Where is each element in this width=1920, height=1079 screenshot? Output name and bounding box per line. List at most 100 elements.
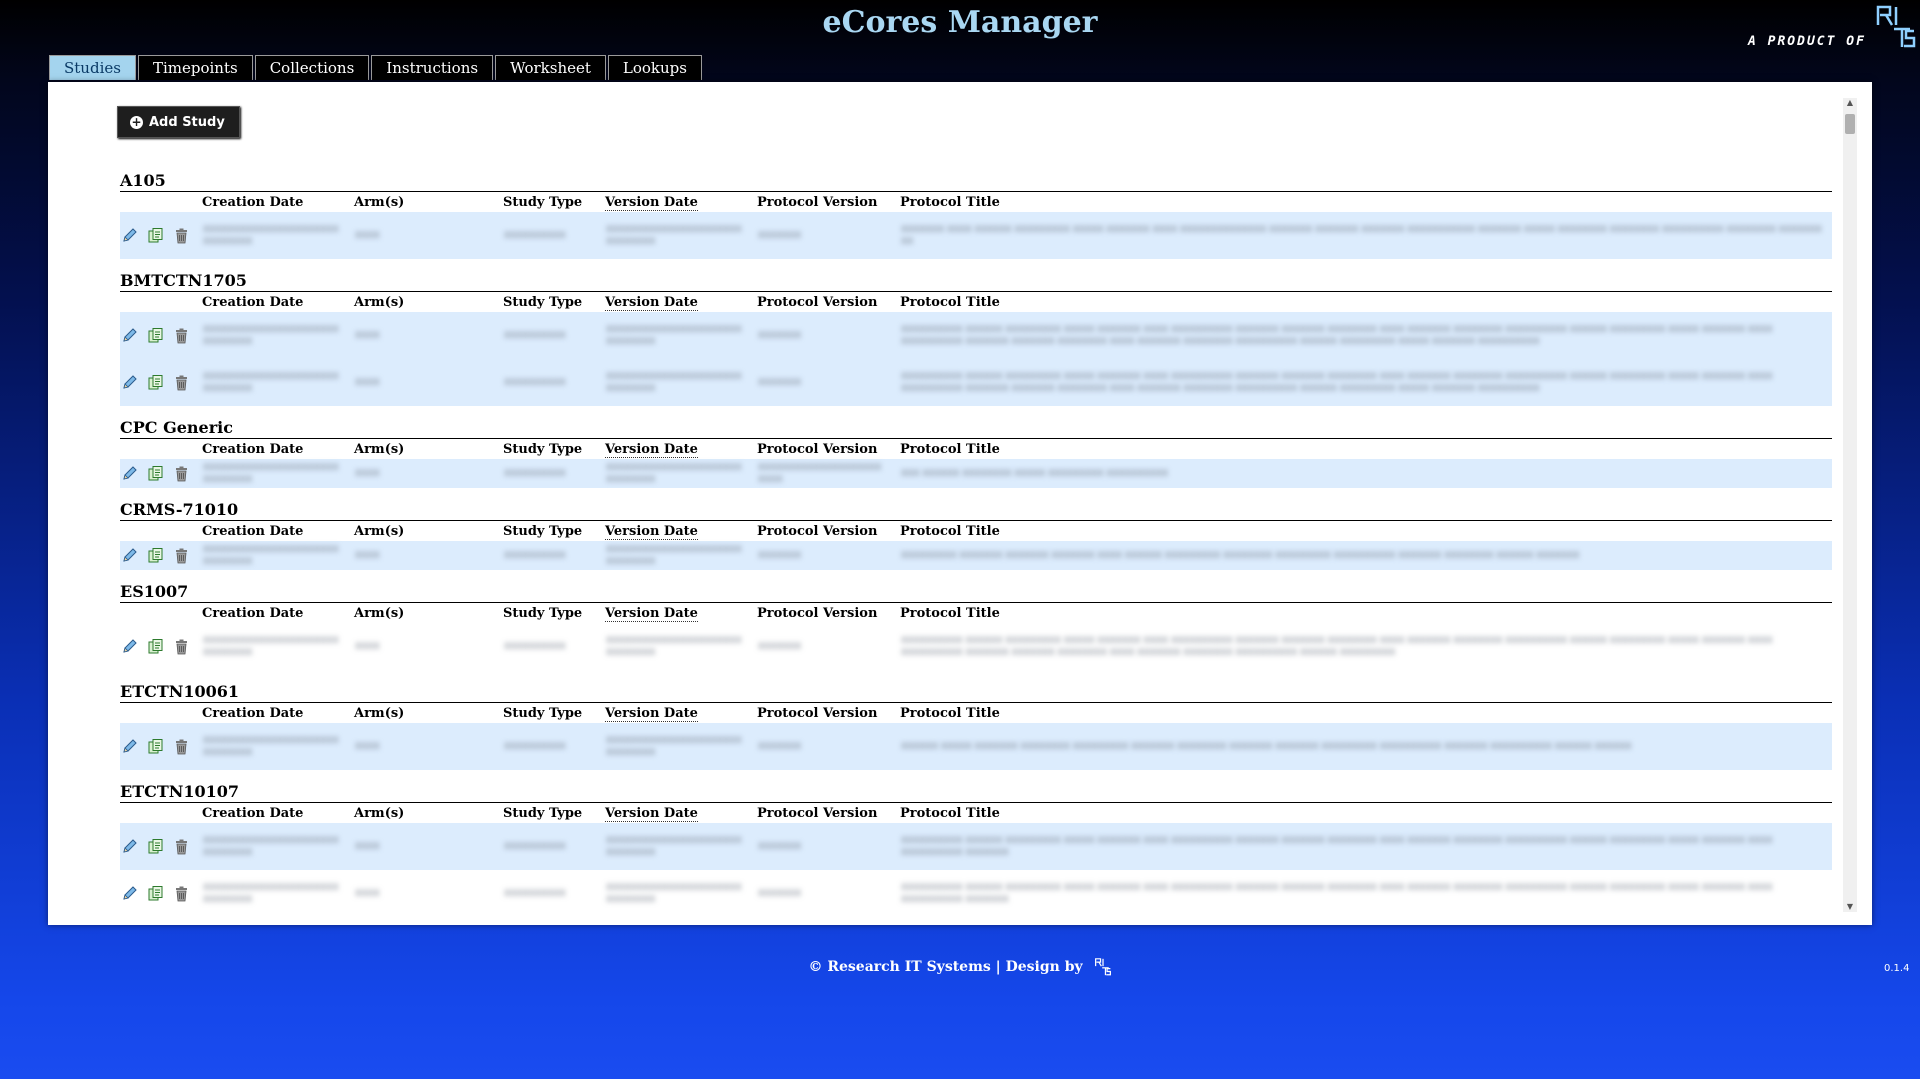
copy-icon[interactable] xyxy=(147,838,164,855)
studies-scroll-area[interactable]: + Add Study A105 Creation Date Arm(s) Study… xyxy=(48,82,1848,925)
study-type-header: Study Type xyxy=(503,442,605,457)
tab-instructions[interactable]: Instructions xyxy=(371,55,494,80)
version-date-header[interactable]: Version Date xyxy=(605,523,757,540)
study-type-header-label: Study Type xyxy=(503,805,583,821)
arms-header: Arm(s) xyxy=(354,706,503,721)
arms-cell: XXXX xyxy=(355,841,380,852)
version-date-header[interactable]: Version Date xyxy=(605,194,757,211)
version-date-header-label: Version Date xyxy=(605,705,698,722)
protocol-version-cell: XXXXXXX xyxy=(758,330,802,341)
scroll-up-arrow-icon[interactable]: ▲ xyxy=(1843,98,1857,108)
app-title: eCores Manager xyxy=(822,5,1098,40)
copy-icon[interactable] xyxy=(147,465,164,482)
copy-icon[interactable] xyxy=(147,374,164,391)
tab-collections[interactable]: Collections xyxy=(254,55,370,80)
version-date-header-label: Version Date xyxy=(605,805,698,822)
arms-header: Arm(s) xyxy=(354,295,503,310)
delete-trash-icon[interactable] xyxy=(173,327,190,344)
rits-footer-logo-icon[interactable] xyxy=(1094,958,1112,976)
arms-header: Arm(s) xyxy=(354,524,503,539)
protocol-version-cell: XXXXXXX xyxy=(758,641,802,652)
arms-header-label: Arm(s) xyxy=(354,441,405,457)
vertical-scrollbar[interactable]: ▲ ▼ xyxy=(1843,98,1857,912)
copy-icon[interactable] xyxy=(147,638,164,655)
delete-trash-icon[interactable] xyxy=(173,738,190,755)
creation-date-header: Creation Date xyxy=(202,706,354,721)
edit-pencil-icon[interactable] xyxy=(121,838,138,855)
row-actions xyxy=(120,465,203,482)
protocol-version-header: Protocol Version xyxy=(757,195,900,210)
copy-icon[interactable] xyxy=(147,227,164,244)
version-date-header-label: Version Date xyxy=(605,605,698,622)
study-list: A105 Creation Date Arm(s) Study Type Version… xyxy=(120,170,1832,925)
tab-lookups[interactable]: Lookups xyxy=(607,55,702,80)
protocol-title-header: Protocol Title xyxy=(900,606,1832,621)
protocol-version-cell: XXXXXXX xyxy=(758,741,802,752)
arms-cell: XXXX xyxy=(355,230,380,241)
protocol-version-cell: XXXXXXX xyxy=(758,377,802,388)
arms-cell: XXXX xyxy=(355,377,380,388)
protocol-title-header-label: Protocol Title xyxy=(900,705,1000,721)
scroll-down-arrow-icon[interactable]: ▼ xyxy=(1843,902,1857,912)
protocol-version-header-label: Protocol Version xyxy=(757,605,878,621)
brand: A Product of xyxy=(1748,5,1918,53)
edit-pencil-icon[interactable] xyxy=(121,227,138,244)
version-date-header[interactable]: Version Date xyxy=(605,605,757,622)
scroll-thumb[interactable] xyxy=(1845,114,1855,134)
delete-trash-icon[interactable] xyxy=(173,227,190,244)
version-date-header-label: Version Date xyxy=(605,523,698,540)
arms-header: Arm(s) xyxy=(354,806,503,821)
creation-date-header: Creation Date xyxy=(202,606,354,621)
version-date-header[interactable]: Version Date xyxy=(605,805,757,822)
protocol-version-header: Protocol Version xyxy=(757,295,900,310)
edit-pencil-icon[interactable] xyxy=(121,465,138,482)
edit-pencil-icon[interactable] xyxy=(121,374,138,391)
edit-pencil-icon[interactable] xyxy=(121,327,138,344)
copy-icon[interactable] xyxy=(147,738,164,755)
delete-trash-icon[interactable] xyxy=(173,885,190,902)
edit-pencil-icon[interactable] xyxy=(121,885,138,902)
tab-timepoints[interactable]: Timepoints xyxy=(137,55,253,80)
copy-icon[interactable] xyxy=(147,547,164,564)
edit-pencil-icon[interactable] xyxy=(121,738,138,755)
tab-worksheet[interactable]: Worksheet xyxy=(495,55,606,80)
delete-trash-icon[interactable] xyxy=(173,465,190,482)
protocol-title-header: Protocol Title xyxy=(900,806,1832,821)
study-section: ES1007 Creation Date Arm(s) Study Type Versi… xyxy=(120,581,1832,670)
arms-cell: XXXX xyxy=(355,741,380,752)
protocol-title-cell: XXXXXXXXXX XXXXXX XXXXXXXXX XXXXX XXXXXX… xyxy=(901,882,1773,905)
creation-date-cell: XXXXXXXXXXXXXXXXXXXXXX XXXXXXXX xyxy=(203,324,339,347)
protocol-version-header: Protocol Version xyxy=(757,706,900,721)
arms-header-label: Arm(s) xyxy=(354,805,405,821)
copy-icon[interactable] xyxy=(147,885,164,902)
protocol-title-cell: XXXXXXXXX XXXXXXX XXXXXXX XXXXXXX XXXX X… xyxy=(901,550,1580,561)
plus-circle-icon: + xyxy=(130,114,143,129)
delete-trash-icon[interactable] xyxy=(173,838,190,855)
study-type-header: Study Type xyxy=(503,195,605,210)
table-row: XXXXXXXXXXXXXXXXXXXXXX XXXXXXXX XXXX XXXXX… xyxy=(120,459,1832,488)
arms-header-label: Arm(s) xyxy=(354,523,405,539)
copy-icon[interactable] xyxy=(147,327,164,344)
delete-trash-icon[interactable] xyxy=(173,547,190,564)
delete-trash-icon[interactable] xyxy=(173,374,190,391)
table-row: XXXXXXXXXXXXXXXXXXXXXX XXXXXXXX XXXX XXXXX… xyxy=(120,870,1832,917)
version-date-header[interactable]: Version Date xyxy=(605,705,757,722)
study-section: BMTCTN1705 Creation Date Arm(s) Study Type V… xyxy=(120,270,1832,406)
creation-date-header-label: Creation Date xyxy=(202,605,304,621)
study-name: A105 xyxy=(120,170,1832,192)
creation-date-header-label: Creation Date xyxy=(202,194,304,210)
add-study-button[interactable]: + Add Study xyxy=(117,106,240,138)
tab-studies[interactable]: Studies xyxy=(49,55,136,80)
creation-date-header-label: Creation Date xyxy=(202,523,304,539)
edit-pencil-icon[interactable] xyxy=(121,547,138,564)
study-name: ETCTN10107 xyxy=(120,781,1832,803)
version-date-header[interactable]: Version Date xyxy=(605,441,757,458)
arms-header: Arm(s) xyxy=(354,606,503,621)
study-type-header: Study Type xyxy=(503,524,605,539)
protocol-title-header: Protocol Title xyxy=(900,295,1832,310)
study-name: ETCTN10061 xyxy=(120,681,1832,703)
delete-trash-icon[interactable] xyxy=(173,638,190,655)
edit-pencil-icon[interactable] xyxy=(121,638,138,655)
version-date-header[interactable]: Version Date xyxy=(605,294,757,311)
arms-header-label: Arm(s) xyxy=(354,705,405,721)
